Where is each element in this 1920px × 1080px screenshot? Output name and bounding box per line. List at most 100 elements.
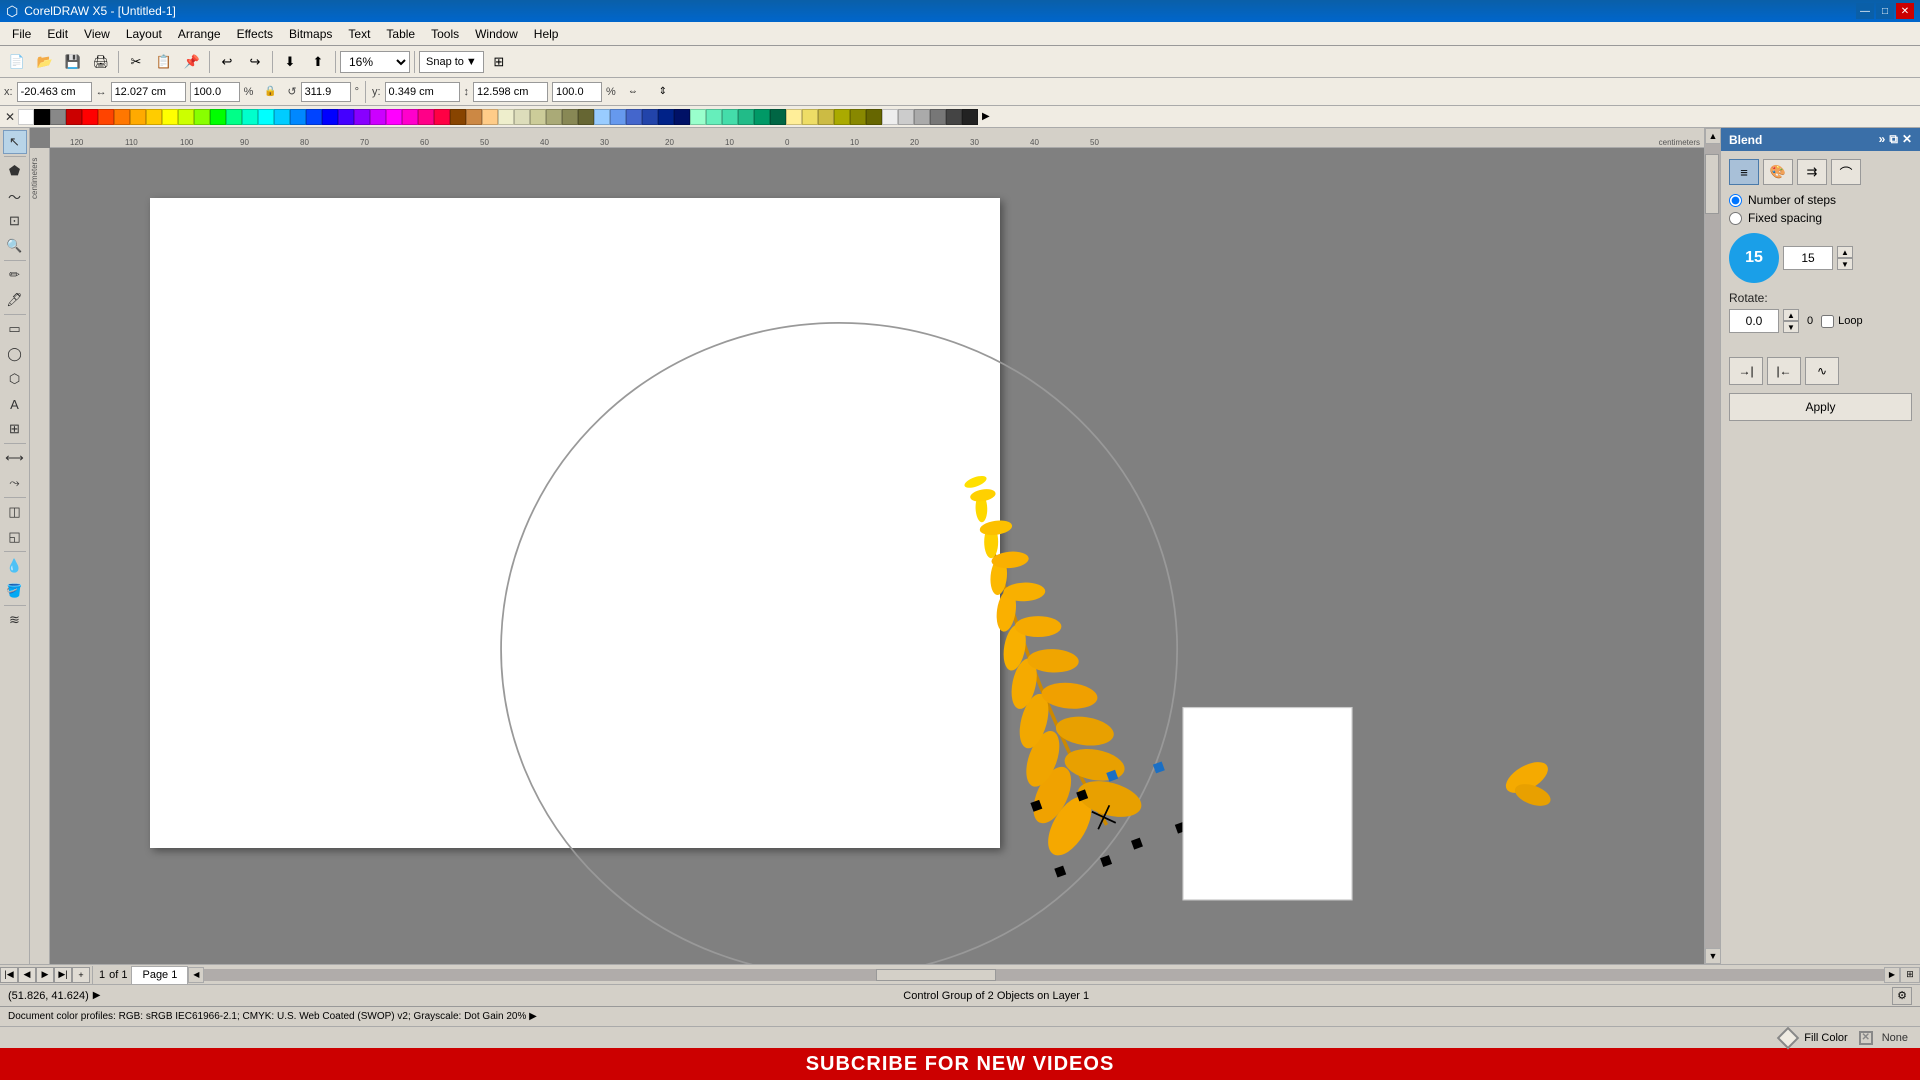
swatch-cyan[interactable] bbox=[258, 109, 274, 125]
table-tool[interactable]: ⊞ bbox=[3, 417, 27, 441]
swatch-yellow[interactable] bbox=[162, 109, 178, 125]
swatch-pale-yellow[interactable] bbox=[786, 109, 802, 125]
swatch-sky[interactable] bbox=[274, 109, 290, 125]
swatch-cornflower[interactable] bbox=[626, 109, 642, 125]
swatch-khaki[interactable] bbox=[530, 109, 546, 125]
swatch-mint[interactable] bbox=[690, 109, 706, 125]
scroll-up-button[interactable]: ▲ bbox=[1705, 128, 1721, 144]
swatch-medium-seafoam[interactable] bbox=[722, 109, 738, 125]
width-input[interactable] bbox=[111, 82, 186, 102]
swatch-dark-navy[interactable] bbox=[674, 109, 690, 125]
undo-button[interactable]: ↩ bbox=[214, 50, 240, 74]
swatch-gold[interactable] bbox=[818, 109, 834, 125]
swatch-red[interactable] bbox=[82, 109, 98, 125]
swatch-violet[interactable] bbox=[338, 109, 354, 125]
blend-panel-float-icon[interactable]: ⧉ bbox=[1889, 132, 1898, 147]
menu-bitmaps[interactable]: Bitmaps bbox=[281, 25, 340, 43]
minimize-button[interactable]: — bbox=[1856, 3, 1874, 19]
snap-options-button[interactable]: ⊞ bbox=[486, 50, 512, 74]
swatch-blue-light[interactable] bbox=[290, 109, 306, 125]
freehand-tool[interactable]: ✏ bbox=[3, 263, 27, 287]
lock-ratio-button[interactable]: 🔒 bbox=[257, 80, 283, 104]
paste-button[interactable]: 📌 bbox=[179, 50, 205, 74]
swatch-hot-pink[interactable] bbox=[418, 109, 434, 125]
print-button[interactable]: 🖨 bbox=[88, 50, 114, 74]
swatch-olive[interactable] bbox=[562, 109, 578, 125]
scroll-track[interactable] bbox=[1705, 144, 1720, 948]
swatch-magenta[interactable] bbox=[386, 109, 402, 125]
blend-end-button[interactable]: |← bbox=[1767, 357, 1801, 385]
menu-arrange[interactable]: Arrange bbox=[170, 25, 229, 43]
blend-panel-close-icon[interactable]: ✕ bbox=[1902, 132, 1912, 147]
menu-edit[interactable]: Edit bbox=[39, 25, 76, 43]
last-page-button[interactable]: ▶| bbox=[54, 967, 72, 983]
fill-tool[interactable]: 🪣 bbox=[3, 579, 27, 603]
swatch-blue[interactable] bbox=[306, 109, 322, 125]
swatch-yellow-green[interactable] bbox=[178, 109, 194, 125]
first-page-button[interactable]: |◀ bbox=[0, 967, 18, 983]
swatch-peach[interactable] bbox=[482, 109, 498, 125]
swatch-magenta-purple[interactable] bbox=[370, 109, 386, 125]
steps-down-arrow[interactable]: ▼ bbox=[1837, 258, 1853, 270]
swatch-very-dark-gray[interactable] bbox=[946, 109, 962, 125]
eyedropper-tool[interactable]: 💧 bbox=[3, 554, 27, 578]
redo-button[interactable]: ↪ bbox=[242, 50, 268, 74]
blend-color-button[interactable]: 🎨 bbox=[1763, 159, 1793, 185]
swatch-light-tan[interactable] bbox=[514, 109, 530, 125]
h-scroll-track[interactable] bbox=[204, 969, 1884, 981]
scroll-right-button[interactable]: ▶ bbox=[1884, 967, 1900, 983]
swatch-gold-light[interactable] bbox=[802, 109, 818, 125]
interactive-blend-tool[interactable]: ≋ bbox=[3, 608, 27, 632]
swatch-dark-yellow[interactable] bbox=[850, 109, 866, 125]
menu-effects[interactable]: Effects bbox=[229, 25, 281, 43]
expand-coords-button[interactable]: ▶ bbox=[93, 990, 101, 1001]
add-page-button[interactable]: + bbox=[72, 967, 90, 983]
prev-page-button[interactable]: ◀ bbox=[18, 967, 36, 983]
page1-tab[interactable]: Page 1 bbox=[131, 966, 188, 984]
blend-path-button[interactable]: ⌒ bbox=[1831, 159, 1861, 185]
swatch-emerald[interactable] bbox=[754, 109, 770, 125]
no-fill-swatch[interactable]: ✕ bbox=[2, 109, 18, 125]
zoom-select[interactable]: 16% 25% 50% 100% bbox=[340, 51, 410, 73]
mirror-v-button[interactable]: ⇕ bbox=[650, 80, 676, 104]
y-input[interactable] bbox=[385, 82, 460, 102]
shape-tool[interactable]: ⬟ bbox=[3, 159, 27, 183]
cut-button[interactable]: ✂ bbox=[123, 50, 149, 74]
menu-help[interactable]: Help bbox=[526, 25, 567, 43]
apply-button[interactable]: Apply bbox=[1729, 393, 1912, 421]
save-button[interactable]: 💾 bbox=[60, 50, 86, 74]
next-page-button[interactable]: ▶ bbox=[36, 967, 54, 983]
ellipse-tool[interactable]: ◯ bbox=[3, 342, 27, 366]
swatch-orange[interactable] bbox=[114, 109, 130, 125]
rectangle-tool[interactable]: ▭ bbox=[3, 317, 27, 341]
swatch-seafoam[interactable] bbox=[706, 109, 722, 125]
swatch-cream[interactable] bbox=[498, 109, 514, 125]
text-tool[interactable]: A bbox=[3, 392, 27, 416]
open-button[interactable]: 📂 bbox=[32, 50, 58, 74]
smart-draw-tool[interactable]: 🖊 bbox=[3, 288, 27, 312]
swatch-white[interactable] bbox=[18, 109, 34, 125]
export-button[interactable]: ⬆ bbox=[305, 50, 331, 74]
copy-button[interactable]: 📋 bbox=[151, 50, 177, 74]
swatch-near-black[interactable] bbox=[962, 109, 978, 125]
swatch-pink-magenta[interactable] bbox=[402, 109, 418, 125]
scroll-left-button[interactable]: ◀ bbox=[188, 967, 204, 983]
blend-object-acceleration-button[interactable]: ⇉ bbox=[1797, 159, 1827, 185]
zoom-tool[interactable]: 🔍 bbox=[3, 234, 27, 258]
rotate-down-arrow[interactable]: ▼ bbox=[1783, 321, 1799, 333]
menu-file[interactable]: File bbox=[4, 25, 39, 43]
menu-view[interactable]: View bbox=[76, 25, 118, 43]
scroll-down-button[interactable]: ▼ bbox=[1705, 948, 1721, 964]
swatch-royal-blue[interactable] bbox=[642, 109, 658, 125]
rotate-input[interactable] bbox=[1729, 309, 1779, 333]
status-options-button[interactable]: ⚙ bbox=[1892, 987, 1912, 1005]
swatch-periwinkle[interactable] bbox=[610, 109, 626, 125]
steps-input[interactable] bbox=[1783, 246, 1833, 270]
swatch-blue-pure[interactable] bbox=[322, 109, 338, 125]
swatch-green[interactable] bbox=[210, 109, 226, 125]
connector-tool[interactable]: ⤳ bbox=[3, 471, 27, 495]
new-button[interactable]: 📄 bbox=[4, 50, 30, 74]
swatch-navy[interactable] bbox=[658, 109, 674, 125]
swatch-cyan-green[interactable] bbox=[242, 109, 258, 125]
swatch-brown[interactable] bbox=[450, 109, 466, 125]
